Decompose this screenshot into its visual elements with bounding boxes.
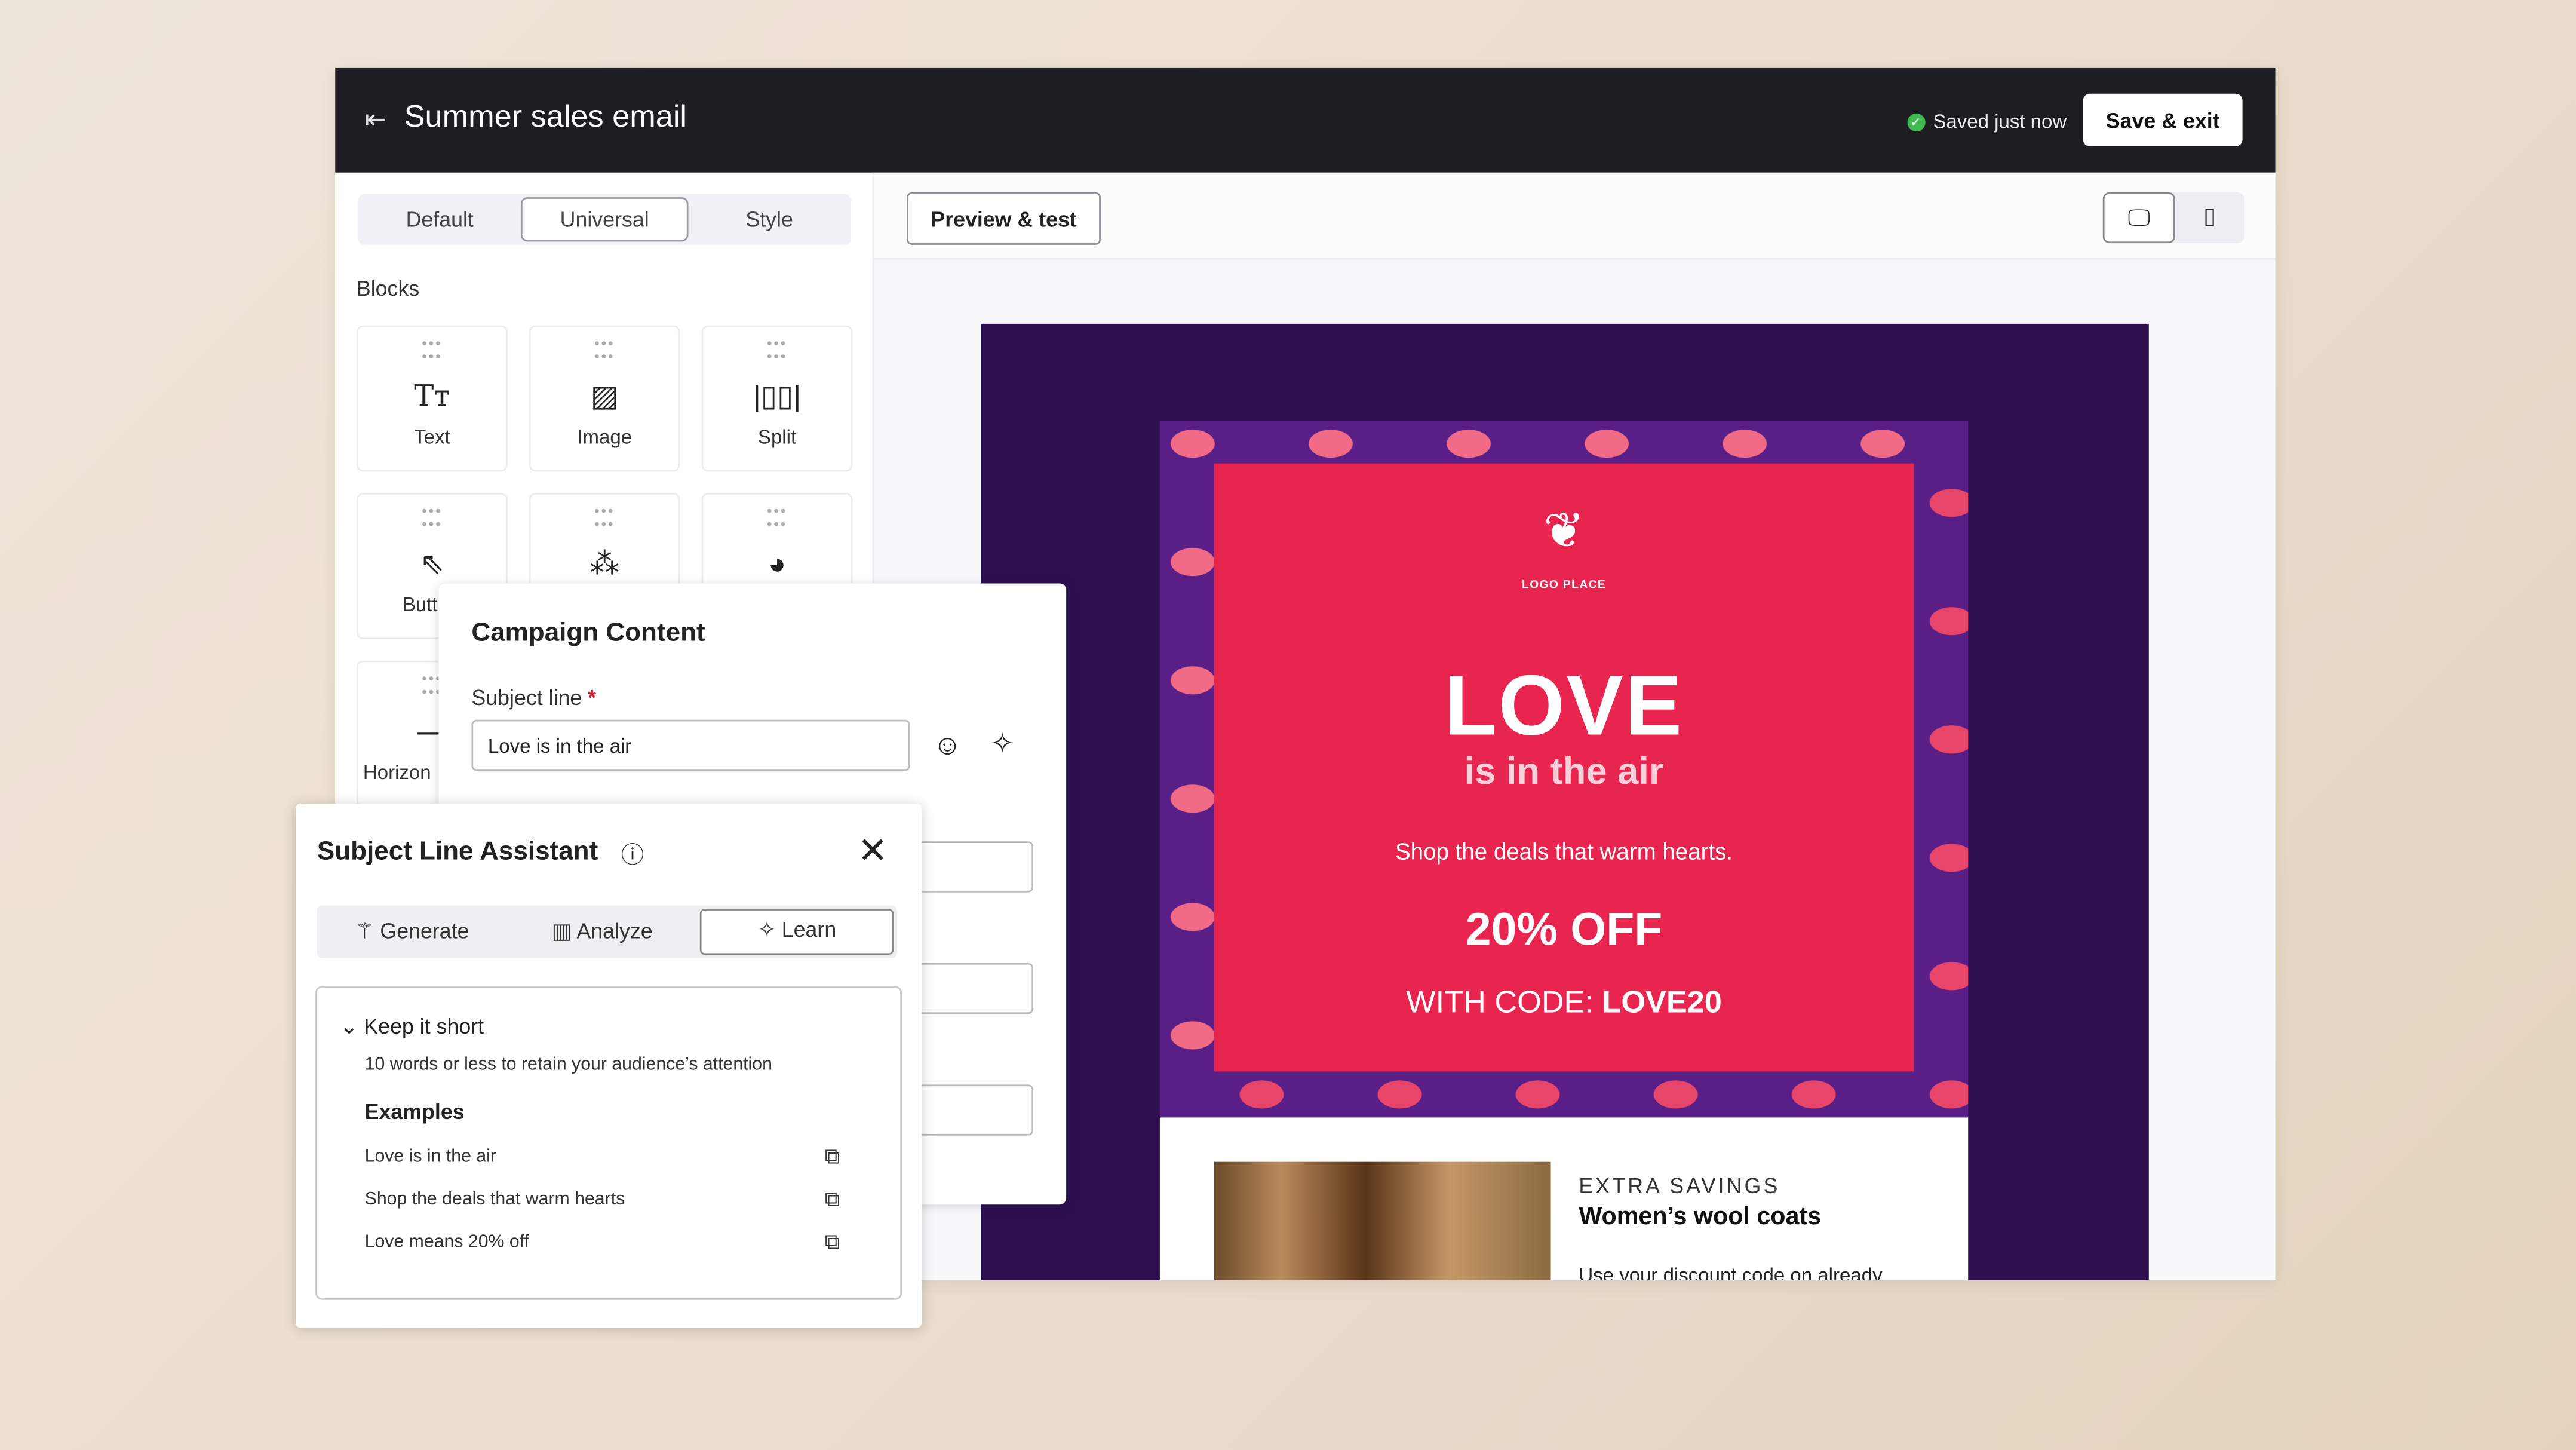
drag-handle-icon[interactable]: ••• ••• xyxy=(358,504,506,532)
product-icon: ◕ xyxy=(768,547,786,580)
drag-handle-icon[interactable]: ••• ••• xyxy=(358,336,506,364)
sparkle-icon[interactable]: ✧ xyxy=(991,728,1014,761)
subject-line-label: Subject line * xyxy=(471,685,596,710)
code-prefix: WITH CODE: xyxy=(1406,986,1602,1021)
field-input[interactable] xyxy=(918,841,1034,893)
code-value: LOVE20 xyxy=(1602,986,1722,1021)
hero-section[interactable]: ❦ LOGO PLACE LOVE is in the air Shop the… xyxy=(1159,421,1969,1118)
example-item: Love is in the air xyxy=(364,1146,496,1167)
block-split[interactable]: ••• ••• |▯▯| Split xyxy=(701,325,853,472)
examples-heading: Examples xyxy=(364,1099,465,1124)
assistant-title: Subject Line Assistant xyxy=(317,838,598,866)
tab-label: Learn xyxy=(781,916,837,942)
tip-title: Keep it short xyxy=(364,1014,484,1039)
bar-chart-icon: ▥ xyxy=(551,918,577,943)
promo-card: ❦ LOGO PLACE LOVE is in the air Shop the… xyxy=(1214,463,1914,1072)
logo-icon: ❦ xyxy=(1543,504,1585,559)
button-click-icon: ⇖ xyxy=(419,547,445,580)
product-body: Use your discount code on already xyxy=(1579,1264,1883,1280)
header: ⇤ Summer sales email ✓ Saved just now Sav… xyxy=(335,67,2276,173)
extra-savings: EXTRA SAVINGS xyxy=(1579,1173,1780,1198)
block-image[interactable]: ••• ••• ▨ Image xyxy=(529,325,680,472)
block-label: Text xyxy=(414,425,450,449)
drag-handle-icon[interactable]: ••• ••• xyxy=(703,336,851,364)
copy-icon[interactable]: ⧉ xyxy=(825,1144,840,1170)
blocks-heading: Blocks xyxy=(356,276,420,301)
text-icon: Tт xyxy=(414,379,450,415)
save-status-text: Saved just now xyxy=(1933,110,2067,133)
preview-test-button[interactable]: Preview & test xyxy=(907,192,1101,245)
required-marker: * xyxy=(588,685,597,710)
tagline: Shop the deals that warm hearts. xyxy=(1395,838,1733,865)
subheadline: is in the air xyxy=(1464,749,1664,792)
example-item: Love means 20% off xyxy=(364,1232,529,1252)
drag-handle-icon[interactable]: ••• ••• xyxy=(703,504,851,532)
block-label: Split xyxy=(757,425,797,449)
product-title: Women’s wool coats xyxy=(1579,1203,1822,1231)
exit-icon[interactable]: ⇤ xyxy=(365,103,387,136)
preview-toolbar: Preview & test 🖵 ▯ xyxy=(874,172,2276,260)
tab-style[interactable]: Style xyxy=(688,194,851,245)
tip-description: 10 words or less to retain your audience… xyxy=(364,1054,772,1075)
sparkle-icon: ✧ xyxy=(757,916,782,942)
device-toggle: 🖵 ▯ xyxy=(2102,192,2245,244)
tab-generate[interactable]: ⚚ Generate xyxy=(317,906,507,958)
promo-code: WITH CODE: LOVE20 xyxy=(1214,986,1914,1022)
product-photo xyxy=(1214,1161,1551,1280)
tab-learn[interactable]: ✧ Learn xyxy=(700,909,894,955)
logo-text: LOGO PLACE xyxy=(1522,580,1607,592)
campaign-title: Campaign Content xyxy=(471,619,705,648)
product-section[interactable]: EXTRA SAVINGS Women’s wool coats Use you… xyxy=(1159,1117,1969,1280)
mobile-icon[interactable]: ▯ xyxy=(2175,192,2245,243)
image-icon: ▨ xyxy=(590,379,619,413)
drag-handle-icon[interactable]: ••• ••• xyxy=(530,336,678,364)
offer: 20% OFF xyxy=(1465,903,1663,955)
subject-line-assistant: Subject Line Assistant ⓘ ✕ ⚚ Generate ▥ … xyxy=(296,804,922,1328)
block-label: Image xyxy=(577,425,633,449)
check-icon: ✓ xyxy=(1906,112,1925,131)
desktop-icon[interactable]: 🖵 xyxy=(2102,192,2175,244)
example-item: Shop the deals that warm hearts xyxy=(364,1190,625,1210)
save-status: ✓ Saved just now xyxy=(1906,110,2067,133)
assistant-tabs: ⚚ Generate ▥ Analyze ✧ Learn xyxy=(317,905,897,958)
magic-wand-icon: ⚚ xyxy=(355,918,380,943)
chevron-down-icon: ⌄ xyxy=(340,1014,364,1039)
label-text: Subject line xyxy=(471,685,582,710)
tab-label: Analyze xyxy=(576,918,653,943)
emoji-icon[interactable]: ☺ xyxy=(933,729,962,762)
drag-handle-icon[interactable]: ••• ••• xyxy=(530,504,678,532)
copy-icon[interactable]: ⧉ xyxy=(825,1229,840,1255)
tab-analyze[interactable]: ▥ Analyze xyxy=(507,906,697,958)
info-icon[interactable]: ⓘ xyxy=(621,838,644,871)
block-text[interactable]: ••• ••• Tт Text xyxy=(356,325,508,472)
field-input[interactable] xyxy=(918,962,1034,1014)
split-icon: |▯▯| xyxy=(753,379,802,413)
sidebar-tabs: Default Universal Style xyxy=(358,194,851,245)
close-button[interactable]: ✕ xyxy=(858,830,888,873)
headline: LOVE xyxy=(1444,658,1684,755)
field-input[interactable] xyxy=(918,1084,1034,1136)
tab-label: Generate xyxy=(380,918,469,943)
tip-toggle[interactable]: ⌄ Keep it short xyxy=(340,1014,484,1040)
tab-default[interactable]: Default xyxy=(358,194,521,245)
page-title: Summer sales email xyxy=(404,100,687,135)
copy-icon[interactable]: ⧉ xyxy=(825,1187,840,1213)
subject-line-input[interactable] xyxy=(471,719,910,771)
tab-universal[interactable]: Universal xyxy=(521,197,688,242)
tip-panel: ⌄ Keep it short 10 words or less to reta… xyxy=(315,986,902,1300)
social-icon: ⁂ xyxy=(589,547,619,580)
email-canvas: ❦ LOGO PLACE LOVE is in the air Shop the… xyxy=(981,323,2149,1280)
save-exit-button[interactable]: Save & exit xyxy=(2083,93,2243,146)
